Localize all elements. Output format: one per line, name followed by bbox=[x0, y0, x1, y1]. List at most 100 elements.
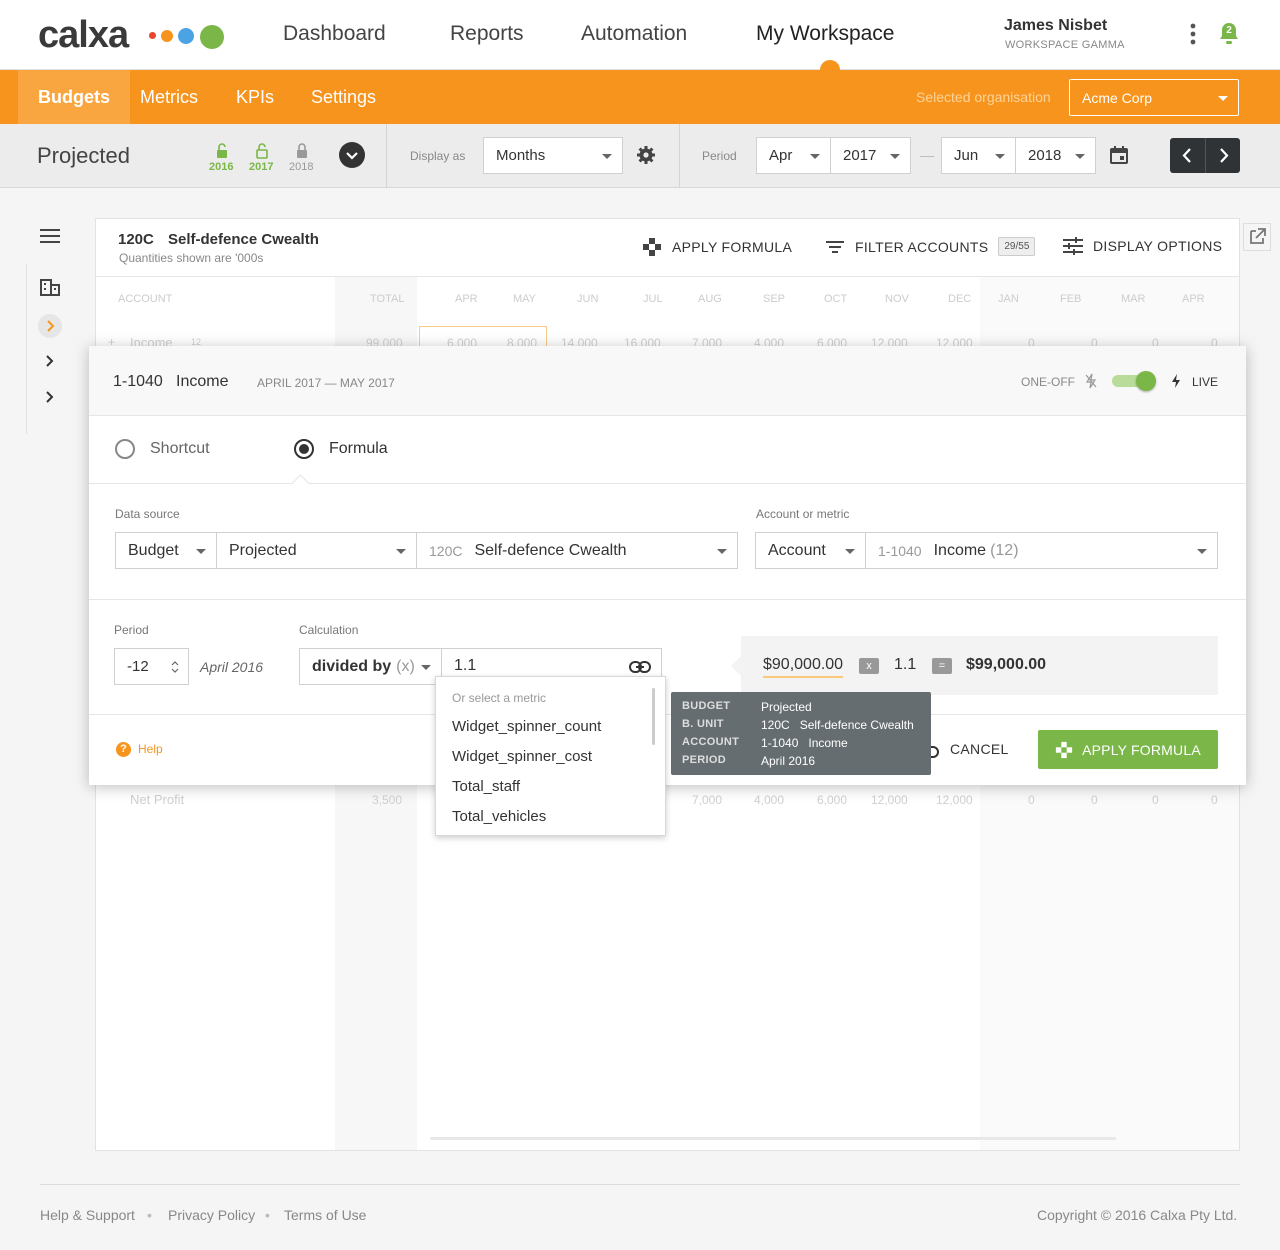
table-cell[interactable]: 6,000 bbox=[817, 793, 847, 807]
col-header[interactable]: AUG bbox=[698, 293, 722, 305]
apply-formula-label: APPLY FORMULA bbox=[672, 239, 793, 255]
nav-automation[interactable]: Automation bbox=[581, 22, 687, 46]
shortcut-radio[interactable] bbox=[115, 439, 135, 459]
col-header[interactable]: NOV bbox=[885, 293, 909, 305]
previous-period-button[interactable] bbox=[1170, 138, 1205, 173]
organisation-select[interactable]: Acme Corp bbox=[1069, 79, 1239, 116]
col-header[interactable]: SEP bbox=[763, 293, 785, 305]
calculation-operator-select[interactable]: divided by (x) bbox=[299, 648, 442, 685]
horizontal-scrollbar[interactable] bbox=[430, 1137, 1116, 1140]
dropdown-scrollbar[interactable] bbox=[652, 688, 655, 745]
account-type-select[interactable]: Account bbox=[755, 532, 866, 569]
data-source-type-select[interactable]: Budget bbox=[115, 532, 217, 569]
period-offset-stepper[interactable]: -12 bbox=[114, 648, 189, 685]
expand-row-button[interactable] bbox=[38, 314, 62, 338]
table-cell[interactable]: 4,000 bbox=[754, 793, 784, 807]
chevron-right-icon[interactable] bbox=[42, 388, 58, 409]
cancel-button[interactable]: CANCEL bbox=[920, 740, 1009, 758]
apply-formula-button[interactable]: APPLY FORMULA bbox=[1038, 730, 1218, 769]
table-cell[interactable]: 0 bbox=[1152, 793, 1159, 807]
lock-open-icon[interactable] bbox=[215, 143, 229, 162]
result-operator-badge: x bbox=[859, 658, 879, 674]
col-header[interactable]: OCT bbox=[824, 293, 847, 305]
year-2016[interactable]: 2016 bbox=[209, 161, 233, 173]
filter-accounts-button[interactable]: FILTER ACCOUNTS 29/55 bbox=[826, 237, 1036, 256]
shortcut-label[interactable]: Shortcut bbox=[150, 440, 210, 458]
menu-icon[interactable] bbox=[40, 228, 60, 247]
metric-option[interactable]: Total_staff bbox=[452, 778, 520, 795]
table-cell[interactable]: 0 bbox=[1028, 793, 1035, 807]
table-cell[interactable]: 7,000 bbox=[692, 793, 722, 807]
col-header[interactable]: APR bbox=[1182, 293, 1205, 305]
help-icon[interactable]: ? bbox=[116, 742, 131, 757]
metric-dropdown-header: Or select a metric bbox=[452, 691, 547, 705]
data-source-unit-select[interactable]: 120C Self-defence Cwealth bbox=[416, 532, 738, 569]
footer-terms-link[interactable]: Terms of Use bbox=[284, 1207, 366, 1223]
account-or-metric-label: Account or metric bbox=[756, 507, 850, 521]
chevron-right-icon[interactable] bbox=[42, 352, 58, 373]
live-toggle[interactable] bbox=[1112, 371, 1156, 391]
help-link[interactable]: Help bbox=[138, 742, 163, 756]
table-cell[interactable]: 12,000 bbox=[871, 793, 908, 807]
col-header[interactable]: JUN bbox=[577, 293, 598, 305]
col-header[interactable]: FEB bbox=[1060, 293, 1081, 305]
metric-option[interactable]: Widget_spinner_cost bbox=[452, 748, 592, 765]
account-select[interactable]: 1-1040 Income (12) bbox=[865, 532, 1218, 569]
nav-my-workspace[interactable]: My Workspace bbox=[756, 22, 894, 46]
period-from-year-select[interactable]: 2017 bbox=[830, 137, 911, 174]
net-profit-row-label[interactable]: Net Profit bbox=[130, 792, 184, 807]
more-vert-icon[interactable] bbox=[1185, 22, 1201, 48]
col-header[interactable]: JUL bbox=[643, 293, 663, 305]
user-name[interactable]: James Nisbet bbox=[1004, 17, 1107, 35]
stepper-arrows-icon[interactable] bbox=[171, 660, 179, 678]
tab-metrics[interactable]: Metrics bbox=[124, 70, 214, 124]
period-from-year: 2017 bbox=[843, 147, 877, 164]
open-external-icon[interactable] bbox=[1243, 223, 1271, 251]
footer-privacy-link[interactable]: Privacy Policy bbox=[168, 1207, 255, 1223]
rail-divider bbox=[26, 264, 27, 434]
lock-open-icon[interactable] bbox=[255, 143, 269, 162]
year-2018[interactable]: 2018 bbox=[289, 161, 313, 173]
col-header[interactable]: MAY bbox=[513, 293, 536, 305]
filter-count-badge: 29/55 bbox=[998, 237, 1036, 256]
period-from-month-select[interactable]: Apr bbox=[756, 137, 831, 174]
col-header[interactable]: JAN bbox=[998, 293, 1019, 305]
result-base-value[interactable]: $90,000.00 bbox=[763, 656, 844, 678]
gear-icon[interactable] bbox=[636, 145, 656, 168]
divider bbox=[89, 483, 1246, 484]
tab-settings[interactable]: Settings bbox=[295, 70, 392, 124]
col-header[interactable]: MAR bbox=[1121, 293, 1145, 305]
nav-reports[interactable]: Reports bbox=[450, 22, 524, 46]
formula-label[interactable]: Formula bbox=[329, 440, 388, 458]
building-icon[interactable] bbox=[40, 278, 60, 299]
period-to-year-select[interactable]: 2018 bbox=[1015, 137, 1096, 174]
footer-help-link[interactable]: Help & Support bbox=[40, 1207, 135, 1223]
expand-years-button[interactable] bbox=[339, 142, 365, 168]
display-options-button[interactable]: DISPLAY OPTIONS bbox=[1063, 237, 1222, 255]
table-cell[interactable]: 0 bbox=[1211, 793, 1218, 807]
year-2017[interactable]: 2017 bbox=[249, 161, 273, 173]
table-cell[interactable]: 0 bbox=[1091, 793, 1098, 807]
table-cell[interactable]: 12,000 bbox=[936, 793, 973, 807]
chevron-down-icon bbox=[1218, 95, 1228, 101]
display-as-select[interactable]: Months bbox=[483, 137, 623, 174]
period-to-month-select[interactable]: Jun bbox=[941, 137, 1016, 174]
col-header[interactable]: DEC bbox=[948, 293, 971, 305]
calendar-icon[interactable] bbox=[1109, 145, 1129, 168]
col-header-total[interactable]: TOTAL bbox=[370, 293, 404, 305]
nav-dashboard[interactable]: Dashboard bbox=[283, 22, 386, 46]
col-header-account[interactable]: ACCOUNT bbox=[118, 293, 172, 305]
col-header[interactable]: APR bbox=[455, 293, 478, 305]
formula-radio[interactable] bbox=[294, 439, 314, 459]
next-period-button[interactable] bbox=[1205, 138, 1240, 173]
tab-kpis[interactable]: KPIs bbox=[220, 70, 290, 124]
metric-option[interactable]: Widget_spinner_count bbox=[452, 718, 601, 735]
apply-formula-toolbar-button[interactable]: APPLY FORMULA bbox=[642, 237, 792, 257]
calxa-logo[interactable]: calxa bbox=[38, 16, 129, 54]
lock-closed-icon[interactable] bbox=[295, 143, 309, 162]
account-code: 1-1040 bbox=[878, 542, 922, 559]
table-cell[interactable]: 3,500 bbox=[372, 793, 402, 807]
data-source-budget-select[interactable]: Projected bbox=[216, 532, 417, 569]
metric-option[interactable]: Total_vehicles bbox=[452, 808, 546, 825]
tab-budgets[interactable]: Budgets bbox=[18, 70, 130, 124]
